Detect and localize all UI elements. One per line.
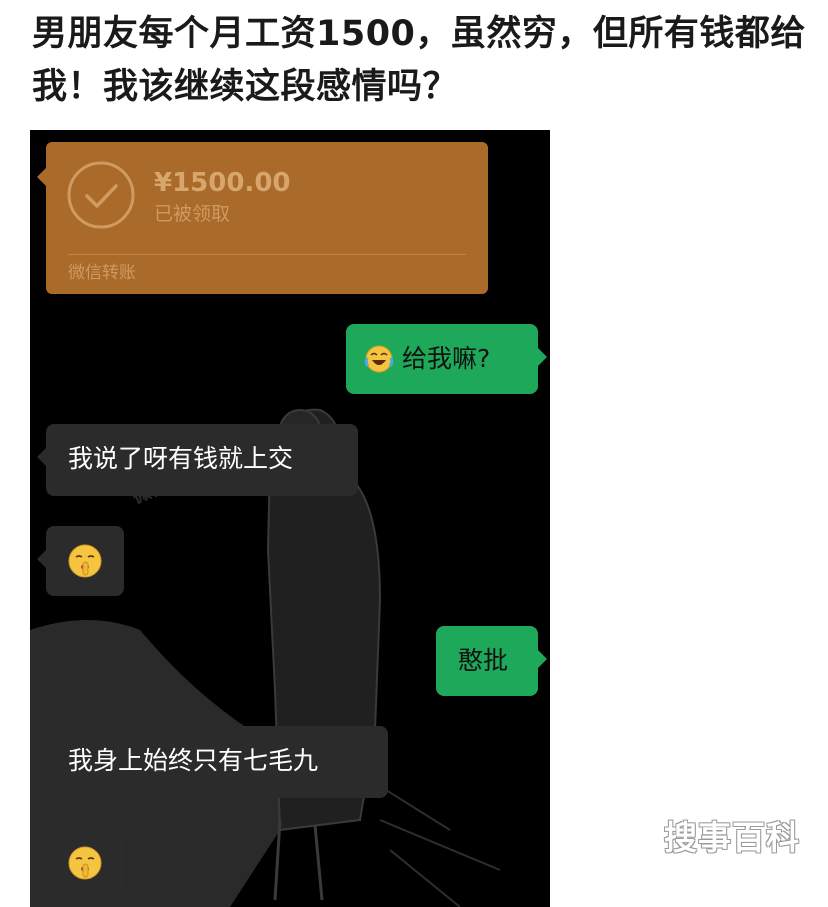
transfer-status: 已被领取: [154, 203, 231, 225]
message-text: 憨批: [458, 646, 509, 675]
shushing-face-icon: [68, 846, 102, 880]
transfer-card[interactable]: ¥1500.00 已被领取 微信转账: [37, 142, 488, 294]
site-watermark: 搜事百科: [664, 818, 800, 857]
transfer-label: 微信转账: [68, 263, 136, 283]
message-text: 给我嘛?: [402, 344, 491, 373]
message-bubble-left[interactable]: 我说了呀有钱就上交: [37, 424, 358, 496]
check-circle-icon: [67, 161, 135, 229]
message-bubble-right[interactable]: 憨批: [436, 626, 547, 696]
emoji-bubble-left[interactable]: [37, 828, 124, 898]
emoji-bubble-left[interactable]: [37, 526, 124, 596]
message-text: 我说了呀有钱就上交: [68, 444, 294, 473]
shushing-face-icon: [68, 544, 102, 578]
post-title: 男朋友每个月工资1500，虽然穷，但所有钱都给我！我该继续这段感情吗？: [32, 14, 806, 107]
divider: [68, 254, 466, 255]
message-bubble-left[interactable]: 我身上始终只有七毛九: [37, 726, 388, 798]
transfer-amount: ¥1500.00: [154, 168, 291, 198]
message-bubble-right[interactable]: 给我嘛?: [346, 324, 547, 394]
chat-screenshot: 微博: 知名逗逼 ¥1500.00 已被领取 微信转账 给我嘛? 我说了呀有钱就…: [30, 130, 550, 907]
face-with-tears-of-joy-icon: [364, 345, 394, 373]
message-text: 我身上始终只有七毛九: [68, 746, 319, 775]
